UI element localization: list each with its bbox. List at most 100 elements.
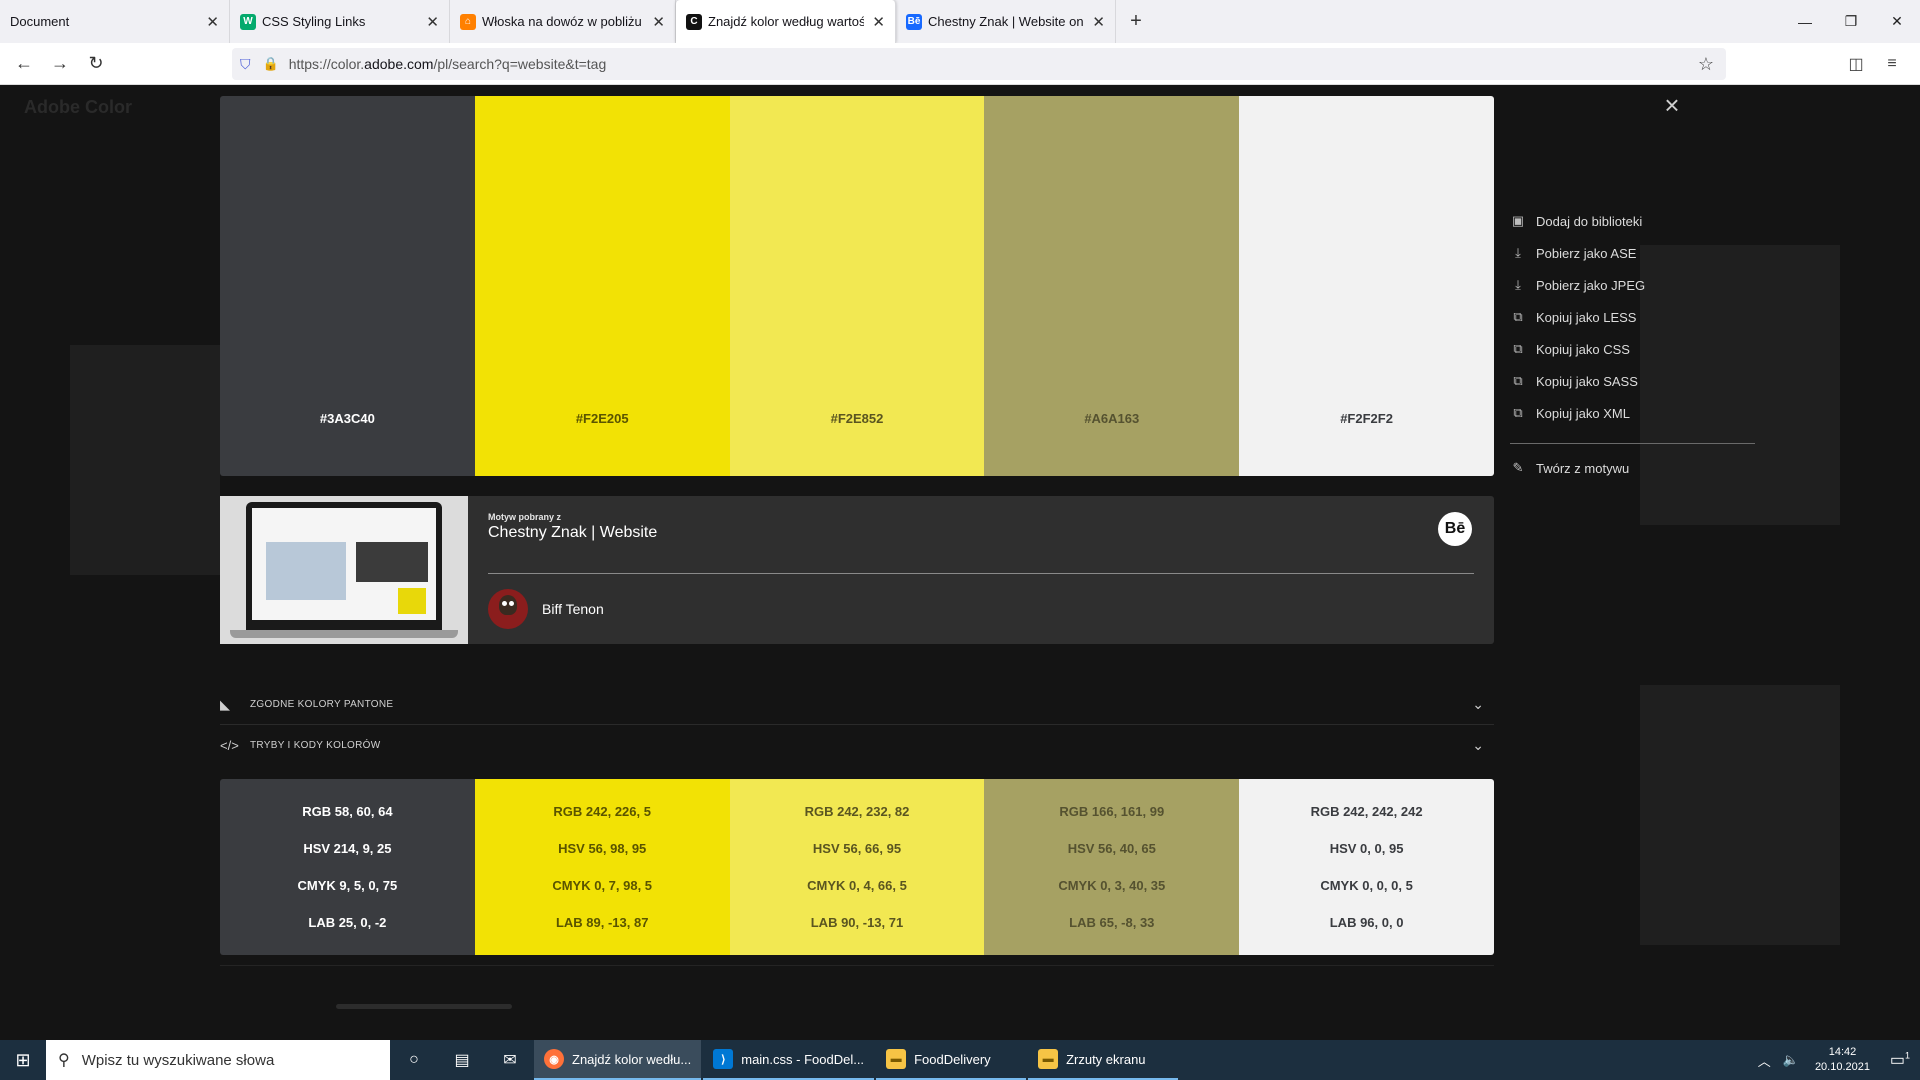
clock[interactable]: 14:42 20.10.2021 <box>1815 1045 1870 1075</box>
close-tab-icon[interactable]: ✕ <box>426 13 439 31</box>
cmyk-value[interactable]: CMYK 0, 0, 0, 5 <box>1320 878 1412 893</box>
address-bar[interactable]: ⛉ 🔒 https://color.adobe.com/pl/search?q=… <box>232 48 1726 80</box>
lab-value[interactable]: LAB 65, -8, 33 <box>1069 915 1154 930</box>
color-swatch[interactable]: #3A3C40 <box>220 96 475 476</box>
accordion-label: TRYBY I KODY KOLORÓW <box>250 739 381 751</box>
menu-hamburger-icon[interactable]: ≡ <box>1874 43 1910 85</box>
download-ase-button[interactable]: ⤓ Pobierz jako ASE <box>1510 237 1760 269</box>
tab-behance[interactable]: Bē Chestny Znak | Website on Beh ✕ <box>896 0 1116 43</box>
color-code-column: RGB 242, 242, 242 HSV 0, 0, 95 CMYK 0, 0… <box>1239 779 1494 955</box>
tab-document[interactable]: Document ✕ <box>0 0 230 43</box>
cmyk-value[interactable]: CMYK 0, 7, 98, 5 <box>552 878 652 893</box>
w3schools-icon: W <box>240 13 256 30</box>
windows-start-icon[interactable]: ⊞ <box>0 1040 46 1080</box>
vscode-icon: ⟩ <box>713 1049 734 1069</box>
bookmark-star-icon[interactable]: ☆ <box>1698 54 1714 75</box>
folder-icon: ▬ <box>1038 1049 1059 1069</box>
hex-label: #F2F2F2 <box>1340 411 1393 426</box>
forward-arrow-icon[interactable]: → <box>42 46 78 82</box>
tab-adobe-color[interactable]: C Znajdź kolor według wartości s: ✕ <box>676 0 896 43</box>
close-tab-icon[interactable]: ✕ <box>872 13 885 31</box>
task-view-icon[interactable]: ▤ <box>438 1040 486 1080</box>
close-tab-icon[interactable]: ✕ <box>1092 13 1105 31</box>
close-window-icon[interactable]: ✕ <box>1874 0 1920 43</box>
hsv-value[interactable]: HSV 56, 66, 95 <box>813 841 901 856</box>
accordion-color-modes[interactable]: </> TRYBY I KODY KOLORÓW ⌄ <box>220 725 1494 765</box>
pocket-icon[interactable]: ◫ <box>1838 43 1874 85</box>
lab-value[interactable]: LAB 25, 0, -2 <box>308 915 386 930</box>
system-tray: ︿ 🔈 14:42 20.10.2021 ▭1 <box>1752 1040 1920 1080</box>
lock-icon[interactable]: 🔒 <box>263 56 279 72</box>
hsv-value[interactable]: HSV 56, 98, 95 <box>558 841 646 856</box>
cmyk-value[interactable]: CMYK 9, 5, 0, 75 <box>298 878 398 893</box>
adobe-color-icon: C <box>686 13 702 30</box>
rgb-value[interactable]: RGB 58, 60, 64 <box>302 804 392 819</box>
close-tab-icon[interactable]: ✕ <box>206 13 219 31</box>
lab-value[interactable]: LAB 89, -13, 87 <box>556 915 649 930</box>
download-jpeg-button[interactable]: ⤓ Pobierz jako JPEG <box>1510 269 1760 301</box>
source-thumbnail[interactable] <box>220 496 468 644</box>
hsv-value[interactable]: HSV 56, 40, 65 <box>1068 841 1156 856</box>
chevron-up-icon[interactable]: ︿ <box>1758 1051 1771 1070</box>
back-arrow-icon[interactable]: ← <box>6 46 42 82</box>
taskbar-search-box[interactable]: ⚲ Wpisz tu wyszukiwane słowa <box>46 1040 390 1080</box>
color-swatch[interactable]: #F2F2F2 <box>1239 96 1494 476</box>
taskbar-app-vscode[interactable]: ⟩ main.css - FoodDel... <box>703 1040 875 1080</box>
tab-css-styling-links[interactable]: W CSS Styling Links ✕ <box>230 0 450 43</box>
copy-css-button[interactable]: ⧉ Kopiuj jako CSS <box>1510 333 1760 365</box>
url-text[interactable]: https://color.adobe.com/pl/search?q=webs… <box>289 56 607 72</box>
copy-sass-button[interactable]: ⧉ Kopiuj jako SASS <box>1510 365 1760 397</box>
rgb-value[interactable]: RGB 242, 226, 5 <box>553 804 651 819</box>
restore-icon[interactable]: ❐ <box>1828 0 1874 43</box>
notification-center-icon[interactable]: ▭1 <box>1880 1050 1920 1070</box>
behance-icon[interactable]: Bē <box>1438 512 1472 546</box>
copy-less-button[interactable]: ⧉ Kopiuj jako LESS <box>1510 301 1760 333</box>
color-swatch[interactable]: #F2E852 <box>729 96 985 476</box>
taskbar-app-firefox[interactable]: ◉ Znajdź kolor wedłu... <box>534 1040 702 1080</box>
color-swatch[interactable]: #A6A163 <box>984 96 1240 476</box>
close-tab-icon[interactable]: ✕ <box>652 13 665 31</box>
cmyk-value[interactable]: CMYK 0, 3, 40, 35 <box>1058 878 1165 893</box>
tab-wloska-na-dowoz[interactable]: ⌂ Włoska na dowóz w pobliżu 44- ✕ <box>450 0 676 43</box>
rgb-value[interactable]: RGB 242, 232, 82 <box>805 804 910 819</box>
reload-icon[interactable]: ↻ <box>78 46 114 82</box>
hsv-value[interactable]: HSV 214, 9, 25 <box>303 841 391 856</box>
add-to-library-button[interactable]: ▣ Dodaj do biblioteki <box>1510 205 1760 237</box>
rgb-value[interactable]: RGB 242, 242, 242 <box>1311 804 1423 819</box>
taskbar-app-zrzuty-ekranu[interactable]: ▬ Zrzuty ekranu <box>1028 1040 1179 1080</box>
cortana-circle-icon[interactable]: ○ <box>390 1040 438 1080</box>
copy-icon: ⧉ <box>1513 373 1523 388</box>
color-code-column: RGB 242, 232, 82 HSV 56, 66, 95 CMYK 0, … <box>729 779 985 955</box>
source-title[interactable]: Chestny Znak | Website <box>488 524 657 542</box>
new-tab-plus-icon[interactable]: + <box>1116 0 1156 43</box>
accordion-pantone[interactable]: ◣ ZGODNE KOLORY PANTONE ⌄ <box>220 685 1494 725</box>
hex-label: #F2E205 <box>575 411 629 426</box>
lab-value[interactable]: LAB 96, 0, 0 <box>1330 915 1404 930</box>
taskbar-app-fooddelivery[interactable]: ▬ FoodDelivery <box>876 1040 1027 1080</box>
hex-label: #F2E852 <box>830 411 884 426</box>
cmyk-value[interactable]: CMYK 0, 4, 66, 5 <box>807 878 907 893</box>
avatar[interactable] <box>488 589 528 629</box>
pyszne-icon: ⌂ <box>460 13 476 30</box>
color-palette: #3A3C40 #F2E205 #F2E852 #A6A163 #F2F2F2 <box>220 96 1494 476</box>
horizontal-scrollbar[interactable] <box>336 1004 512 1009</box>
library-add-icon: ▣ <box>1511 213 1525 228</box>
copy-xml-button[interactable]: ⧉ Kopiuj jako XML <box>1510 397 1760 429</box>
mail-icon[interactable]: ✉ <box>486 1040 534 1080</box>
chevron-down-icon: ⌄ <box>1472 736 1484 753</box>
color-code-column: RGB 58, 60, 64 HSV 214, 9, 25 CMYK 9, 5,… <box>220 779 475 955</box>
speaker-muted-icon[interactable]: 🔈 <box>1783 1052 1799 1068</box>
close-modal-icon[interactable]: × <box>1660 92 1684 118</box>
lab-value[interactable]: LAB 90, -13, 71 <box>811 915 904 930</box>
hsv-value[interactable]: HSV 0, 0, 95 <box>1330 841 1404 856</box>
minimize-icon[interactable]: — <box>1782 0 1828 43</box>
create-from-theme-button[interactable]: ✎ Twórz z motywu <box>1510 452 1760 484</box>
laptop-image <box>246 502 442 630</box>
background-card <box>70 345 220 575</box>
color-swatch[interactable]: #F2E205 <box>474 96 730 476</box>
tab-title: Znajdź kolor według wartości s: <box>708 14 865 29</box>
color-code-column: RGB 166, 161, 99 HSV 56, 40, 65 CMYK 0, … <box>984 779 1240 955</box>
tracking-protection-shield-icon[interactable]: ⛉ <box>240 56 251 73</box>
author-name[interactable]: Biff Tenon <box>542 601 604 617</box>
rgb-value[interactable]: RGB 166, 161, 99 <box>1059 804 1164 819</box>
